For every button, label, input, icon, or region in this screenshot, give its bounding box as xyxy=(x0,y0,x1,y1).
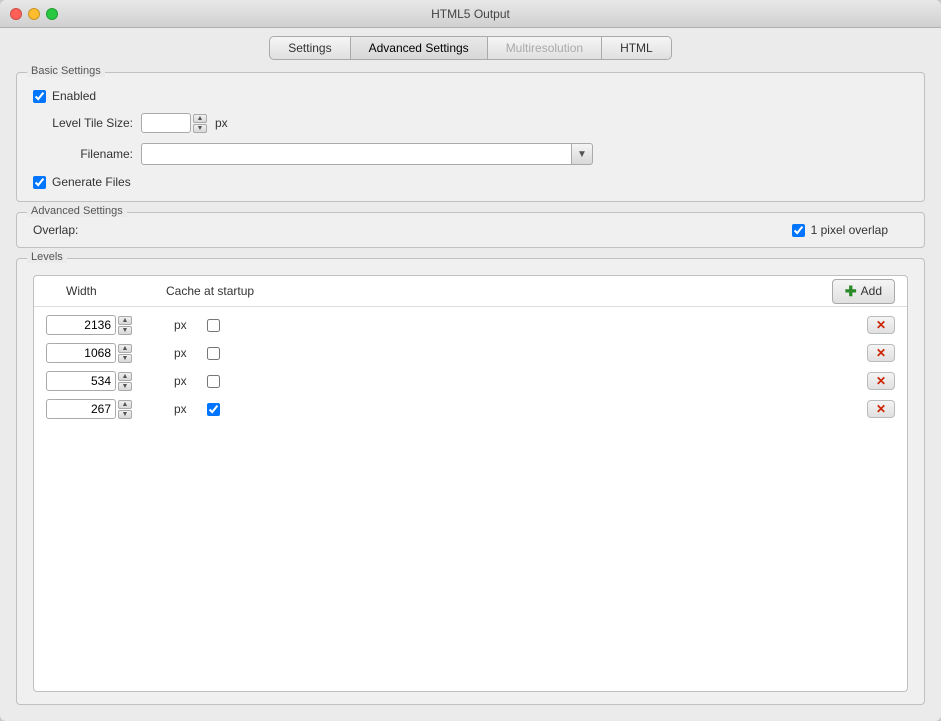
delete-icon-1: ✕ xyxy=(876,346,886,360)
enabled-row: Enabled xyxy=(33,89,908,103)
enabled-label: Enabled xyxy=(52,89,96,103)
levels-label: Levels xyxy=(27,251,67,263)
level-px-3: px xyxy=(174,402,199,416)
basic-settings-label: Basic Settings xyxy=(27,65,105,77)
cache-checkbox-2[interactable] xyxy=(207,375,220,388)
tile-size-row: Level Tile Size: 512 ▲ ▼ px xyxy=(33,113,908,133)
add-level-button[interactable]: ✚ Add xyxy=(832,279,895,304)
level-row: ▲ ▼ px ✕ xyxy=(46,371,895,391)
level-up-btn-0[interactable]: ▲ xyxy=(118,316,132,325)
level-row: ▲ ▼ px ✕ xyxy=(46,343,895,363)
titlebar: HTML5 Output xyxy=(0,0,941,28)
filename-row: Filename: tiles/c%c_l%r_%y_%x.jpg ▼ xyxy=(33,143,908,165)
cache-checkbox-row-2 xyxy=(207,375,367,388)
levels-inner: Width Cache at startup ✚ Add xyxy=(17,259,924,704)
cache-checkbox-3[interactable] xyxy=(207,403,220,416)
filename-dropdown-button[interactable]: ▼ xyxy=(571,143,593,165)
window-controls xyxy=(10,8,58,20)
generate-files-label: Generate Files xyxy=(52,175,131,189)
generate-files-row: Generate Files xyxy=(33,175,908,189)
level-up-btn-3[interactable]: ▲ xyxy=(118,400,132,409)
maximize-button[interactable] xyxy=(46,8,58,20)
advanced-settings-section: Advanced Settings Overlap: 1 pixel overl… xyxy=(16,212,925,248)
pixel-overlap-label: 1 pixel overlap xyxy=(811,223,888,237)
main-content: Basic Settings Enabled Level Tile Size: … xyxy=(0,60,941,721)
overlap-row: Overlap: 1 pixel overlap xyxy=(17,213,924,247)
delete-level-button-3[interactable]: ✕ xyxy=(867,400,895,418)
minimize-button[interactable] xyxy=(28,8,40,20)
level-down-btn-0[interactable]: ▼ xyxy=(118,326,132,335)
cache-checkbox-row-3 xyxy=(207,403,367,416)
tile-size-spinner-buttons: ▲ ▼ xyxy=(193,114,207,133)
basic-settings-inner: Enabled Level Tile Size: 512 ▲ ▼ px xyxy=(17,73,924,201)
levels-table: Width Cache at startup ✚ Add xyxy=(33,275,908,692)
level-width-spinner-2: ▲ ▼ xyxy=(46,371,166,391)
advanced-settings-label: Advanced Settings xyxy=(27,205,127,217)
cache-checkbox-1[interactable] xyxy=(207,347,220,360)
level-row: ▲ ▼ px ✕ xyxy=(46,399,895,419)
level-width-input-0[interactable] xyxy=(46,315,116,335)
tile-size-input[interactable]: 512 xyxy=(141,113,191,133)
level-width-spinner-3: ▲ ▼ xyxy=(46,399,166,419)
tile-size-spinner: 512 ▲ ▼ xyxy=(141,113,207,133)
level-width-spinner-1: ▲ ▼ xyxy=(46,343,166,363)
level-width-input-1[interactable] xyxy=(46,343,116,363)
level-down-btn-3[interactable]: ▼ xyxy=(118,410,132,419)
filename-input[interactable]: tiles/c%c_l%r_%y_%x.jpg xyxy=(141,143,571,165)
add-label: Add xyxy=(861,284,882,298)
tile-size-down-button[interactable]: ▼ xyxy=(193,124,207,133)
level-down-btn-2[interactable]: ▼ xyxy=(118,382,132,391)
basic-settings-section: Basic Settings Enabled Level Tile Size: … xyxy=(16,72,925,202)
overlap-label: Overlap: xyxy=(33,223,133,237)
filename-select: tiles/c%c_l%r_%y_%x.jpg ▼ xyxy=(141,143,593,165)
level-row: ▲ ▼ px ✕ xyxy=(46,315,895,335)
cache-checkbox-row-0 xyxy=(207,319,367,332)
levels-header: Width Cache at startup ✚ Add xyxy=(34,276,907,307)
level-px-0: px xyxy=(174,318,199,332)
delete-icon-3: ✕ xyxy=(876,402,886,416)
levels-section: Levels Width Cache at startup ✚ Add xyxy=(16,258,925,705)
delete-icon-0: ✕ xyxy=(876,318,886,332)
level-spinner-buttons-0: ▲ ▼ xyxy=(118,316,132,335)
cache-checkbox-0[interactable] xyxy=(207,319,220,332)
delete-level-button-2[interactable]: ✕ xyxy=(867,372,895,390)
main-window: HTML5 Output Settings Advanced Settings … xyxy=(0,0,941,721)
cache-checkbox-row-1 xyxy=(207,347,367,360)
overlap-right: 1 pixel overlap xyxy=(792,223,908,237)
level-spinner-buttons-3: ▲ ▼ xyxy=(118,400,132,419)
enabled-checkbox[interactable] xyxy=(33,90,46,103)
level-px-2: px xyxy=(174,374,199,388)
delete-level-button-0[interactable]: ✕ xyxy=(867,316,895,334)
level-width-spinner-0: ▲ ▼ xyxy=(46,315,166,335)
tile-size-up-button[interactable]: ▲ xyxy=(193,114,207,123)
level-spinner-buttons-1: ▲ ▼ xyxy=(118,344,132,363)
level-down-btn-1[interactable]: ▼ xyxy=(118,354,132,363)
close-button[interactable] xyxy=(10,8,22,20)
tab-html[interactable]: HTML xyxy=(602,36,672,60)
level-px-1: px xyxy=(174,346,199,360)
level-up-btn-1[interactable]: ▲ xyxy=(118,344,132,353)
levels-body: ▲ ▼ px ✕ xyxy=(34,307,907,691)
tab-bar: Settings Advanced Settings Multiresoluti… xyxy=(0,28,941,60)
col-width-header: Width xyxy=(46,284,166,298)
level-width-input-3[interactable] xyxy=(46,399,116,419)
window-title: HTML5 Output xyxy=(431,7,510,21)
tab-advanced-settings[interactable]: Advanced Settings xyxy=(351,36,488,60)
tab-settings[interactable]: Settings xyxy=(269,36,350,60)
add-icon: ✚ xyxy=(845,283,857,300)
level-up-btn-2[interactable]: ▲ xyxy=(118,372,132,381)
generate-files-checkbox[interactable] xyxy=(33,176,46,189)
level-spinner-buttons-2: ▲ ▼ xyxy=(118,372,132,391)
tab-multiresolution: Multiresolution xyxy=(488,36,602,60)
level-width-input-2[interactable] xyxy=(46,371,116,391)
delete-level-button-1[interactable]: ✕ xyxy=(867,344,895,362)
delete-icon-2: ✕ xyxy=(876,374,886,388)
pixel-overlap-checkbox[interactable] xyxy=(792,224,805,237)
tile-size-unit: px xyxy=(215,116,228,130)
col-cache-header: Cache at startup xyxy=(166,284,326,298)
filename-label: Filename: xyxy=(33,147,133,161)
tile-size-label: Level Tile Size: xyxy=(33,116,133,130)
